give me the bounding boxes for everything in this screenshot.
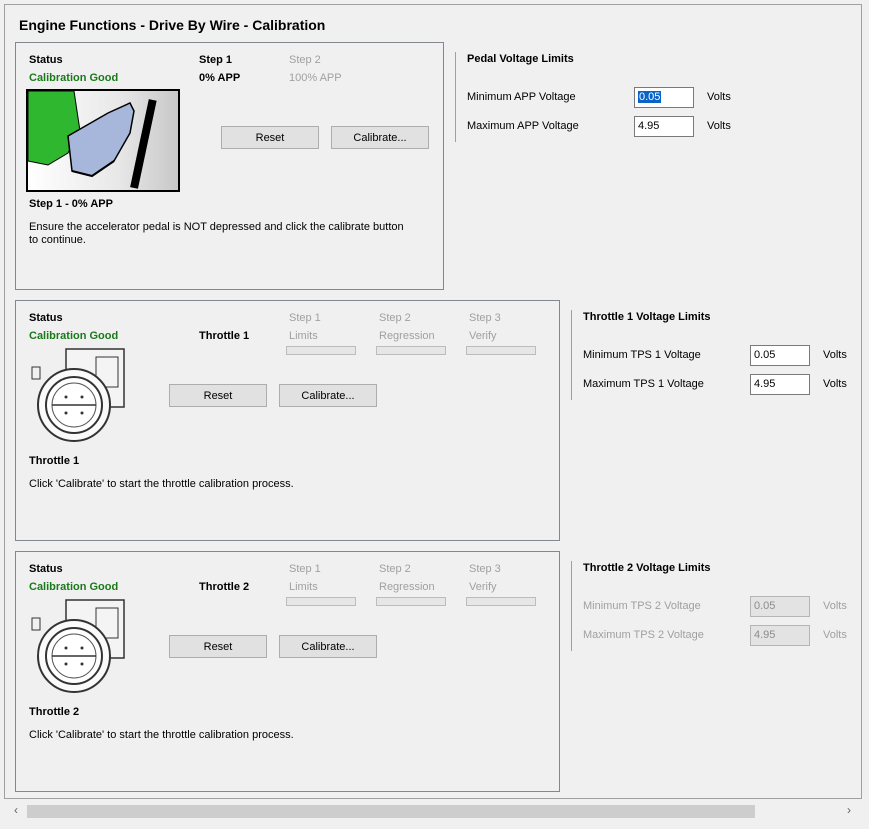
- throttle2-calibrate-button[interactable]: Calibrate...: [279, 635, 377, 658]
- throttle1-max-voltage-label: Maximum TPS 1 Voltage: [583, 378, 704, 390]
- throttle1-max-voltage-unit: Volts: [823, 378, 847, 390]
- pedal-description: Ensure the accelerator pedal is NOT depr…: [29, 221, 404, 246]
- pedal-step2-value: 100% APP: [289, 72, 342, 84]
- pedal-calibrate-button[interactable]: Calibrate...: [331, 126, 429, 149]
- throttle1-min-voltage-label: Minimum TPS 1 Voltage: [583, 349, 701, 361]
- throttle1-step1-progress: [286, 346, 356, 355]
- throttle2-step2-label: Step 2: [379, 563, 411, 575]
- scroll-right-icon[interactable]: ›: [847, 803, 851, 817]
- pedal-status-value: Calibration Good: [29, 72, 119, 84]
- throttle2-max-voltage-label: Maximum TPS 2 Voltage: [583, 629, 704, 641]
- pedal-max-voltage-input[interactable]: 4.95: [634, 116, 694, 137]
- throttle1-calibrate-button[interactable]: Calibrate...: [279, 384, 377, 407]
- throttle1-step3-progress: [466, 346, 536, 355]
- throttle2-step3-value: Verify: [469, 581, 497, 593]
- throttle1-step1-label: Step 1: [289, 312, 321, 324]
- throttle2-step3-progress: [466, 597, 536, 606]
- pedal-step1-value: 0% APP: [199, 72, 241, 84]
- throttle1-step1-value: Limits: [289, 330, 318, 342]
- throttle1-reset-button[interactable]: Reset: [169, 384, 267, 407]
- throttle2-status-value: Calibration Good: [29, 581, 119, 593]
- throttle2-step1-label: Step 1: [289, 563, 321, 575]
- pedal-status-label: Status: [29, 54, 63, 66]
- throttle1-step3-label: Step 3: [469, 312, 501, 324]
- scroll-left-icon[interactable]: ‹: [14, 803, 18, 817]
- throttle-body-image: [26, 347, 126, 446]
- pedal-step-heading: Step 1 - 0% APP: [29, 198, 113, 210]
- throttle2-description: Click 'Calibrate' to start the throttle …: [29, 729, 294, 741]
- scrollbar-thumb[interactable]: [27, 805, 755, 818]
- pedal-step1-label: Step 1: [199, 54, 233, 66]
- throttle2-reset-button[interactable]: Reset: [169, 635, 267, 658]
- throttle1-max-voltage-input[interactable]: 4.95: [750, 374, 810, 395]
- pedal-min-voltage-input[interactable]: 0.05: [634, 87, 694, 108]
- throttle1-description: Click 'Calibrate' to start the throttle …: [29, 478, 294, 490]
- pedal-step2-label: Step 2: [289, 54, 321, 66]
- throttle2-step1-value: Limits: [289, 581, 318, 593]
- throttle2-step2-value: Regression: [379, 581, 435, 593]
- throttle2-limits-heading: Throttle 2 Voltage Limits: [583, 562, 711, 574]
- throttle2-step2-progress: [376, 597, 446, 606]
- throttle1-limits-heading: Throttle 1 Voltage Limits: [583, 311, 711, 323]
- throttle1-step2-label: Step 2: [379, 312, 411, 324]
- throttle2-max-voltage-unit: Volts: [823, 629, 847, 641]
- throttle2-step3-label: Step 3: [469, 563, 501, 575]
- throttle-body-image: [26, 598, 126, 697]
- throttle2-min-voltage-unit: Volts: [823, 600, 847, 612]
- pedal-min-voltage-value: 0.05: [638, 91, 662, 103]
- throttle1-status-value: Calibration Good: [29, 330, 119, 342]
- throttle1-status-label: Status: [29, 312, 63, 324]
- throttle2-max-voltage-input: 4.95: [750, 625, 810, 646]
- throttle1-step3-value: Verify: [469, 330, 497, 342]
- throttle1-heading: Throttle 1: [29, 455, 80, 467]
- throttle1-min-voltage-unit: Volts: [823, 349, 847, 361]
- throttle2-name: Throttle 2: [199, 581, 250, 593]
- throttle2-step1-progress: [286, 597, 356, 606]
- pedal-limits-separator: [455, 52, 456, 142]
- throttle1-step2-value: Regression: [379, 330, 435, 342]
- accelerator-pedal-image: [26, 89, 180, 192]
- pedal-max-voltage-unit: Volts: [707, 120, 731, 132]
- throttle1-limits-separator: [571, 310, 572, 400]
- horizontal-scrollbar[interactable]: ‹ ›: [5, 801, 861, 820]
- throttle1-min-voltage-input[interactable]: 0.05: [750, 345, 810, 366]
- page-title: Engine Functions - Drive By Wire - Calib…: [19, 17, 326, 33]
- throttle1-step2-progress: [376, 346, 446, 355]
- pedal-min-voltage-unit: Volts: [707, 91, 731, 103]
- throttle2-min-voltage-label: Minimum TPS 2 Voltage: [583, 600, 701, 612]
- pedal-reset-button[interactable]: Reset: [221, 126, 319, 149]
- throttle2-heading: Throttle 2: [29, 706, 80, 718]
- throttle1-name: Throttle 1: [199, 330, 250, 342]
- pedal-min-voltage-label: Minimum APP Voltage: [467, 91, 576, 103]
- pedal-limits-heading: Pedal Voltage Limits: [467, 53, 574, 65]
- throttle2-min-voltage-input: 0.05: [750, 596, 810, 617]
- pedal-max-voltage-label: Maximum APP Voltage: [467, 120, 579, 132]
- throttle2-limits-separator: [571, 561, 572, 651]
- throttle2-status-label: Status: [29, 563, 63, 575]
